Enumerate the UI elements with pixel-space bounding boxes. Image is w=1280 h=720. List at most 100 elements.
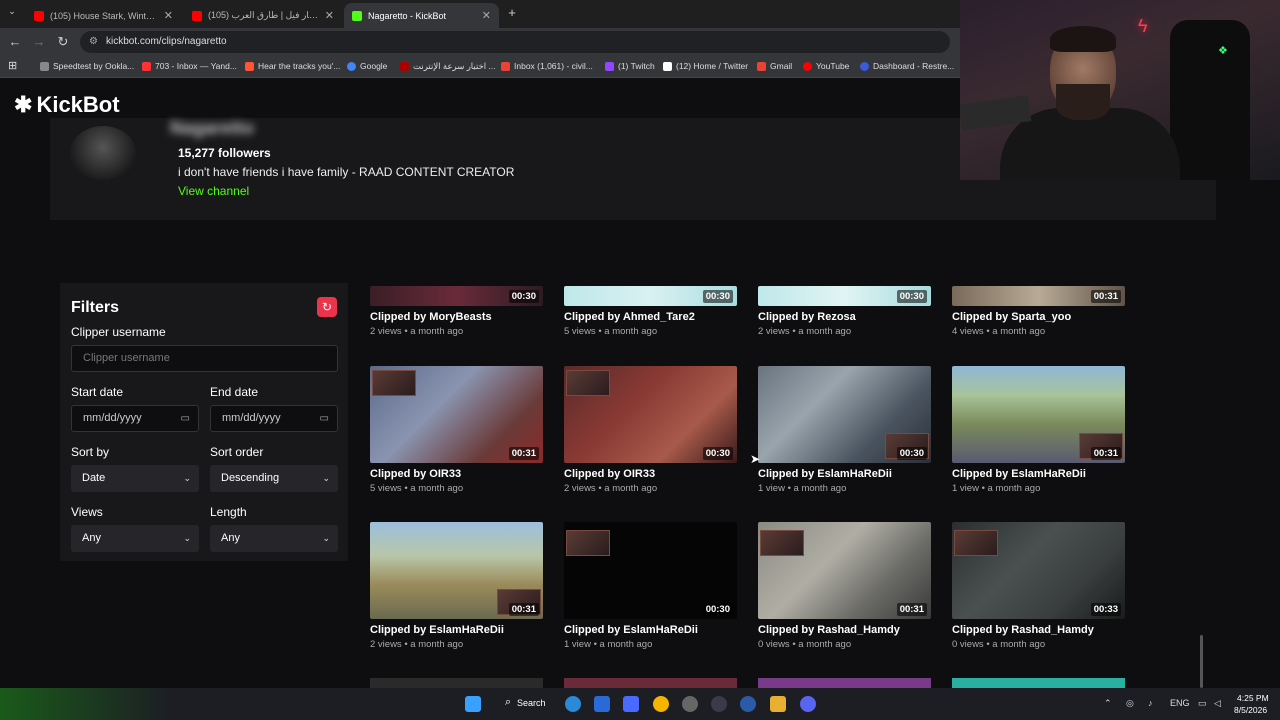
kickbot-logo[interactable]: ✱ KickBot — [14, 92, 120, 118]
clip-thumbnail[interactable] — [952, 678, 1125, 688]
close-tab-icon[interactable]: ✕ — [482, 9, 491, 22]
clip-card[interactable]: 00:30 Clipped by EslamHaReDii 1 view • a… — [564, 522, 738, 652]
volume-icon[interactable]: ◁ — [1214, 698, 1221, 709]
clip-card[interactable]: 00:31 Clipped by EslamHaReDii 1 view • a… — [952, 366, 1126, 496]
close-tab-icon[interactable]: ✕ — [164, 9, 173, 22]
clip-thumbnail[interactable]: 00:31 — [758, 522, 931, 619]
clip-thumbnail[interactable]: 00:31 — [952, 286, 1125, 306]
clock-date[interactable]: 8/5/2026 — [1234, 705, 1267, 715]
obs-icon[interactable] — [682, 696, 698, 712]
network-icon[interactable]: ▭ — [1198, 698, 1207, 709]
taskbar-search[interactable]: Search — [517, 698, 546, 708]
chrome-icon[interactable] — [653, 696, 669, 712]
clip-title[interactable]: Clipped by OIR33 — [564, 468, 655, 480]
clip-card[interactable]: 00:31 Clipped by OIR33 5 views • a month… — [370, 366, 544, 496]
clip-thumbnail[interactable]: 00:33 — [952, 522, 1125, 619]
clip-thumbnail[interactable]: 00:31 — [370, 366, 543, 463]
close-tab-icon[interactable]: ✕ — [325, 9, 334, 22]
calendar-icon[interactable]: ▭ — [181, 406, 190, 431]
back-icon[interactable]: ← — [7, 34, 23, 49]
clip-title[interactable]: Clipped by EslamHaReDii — [564, 624, 698, 636]
tab-kickbot[interactable]: Nagaretto - KickBot ✕ — [344, 3, 499, 28]
clip-thumbnail[interactable]: 00:30 — [564, 522, 737, 619]
tab-search-icon[interactable]: ⌄ — [4, 6, 20, 17]
clip-card[interactable]: 00:31 Clipped by EslamHaReDii 2 views • … — [370, 522, 544, 652]
end-date-input[interactable]: mm/dd/yyyy ▭ — [210, 405, 338, 432]
reset-filters-button[interactable]: ↻ — [317, 297, 337, 317]
new-tab-button[interactable]: + — [504, 5, 520, 20]
bookmark-youtube[interactable]: YouTube — [803, 61, 849, 71]
discord-icon[interactable] — [800, 696, 816, 712]
sort-by-select[interactable]: Date ⌄ — [71, 465, 199, 492]
language-indicator[interactable]: ENG — [1170, 698, 1190, 708]
clip-thumbnail[interactable]: 00:30 — [758, 366, 931, 463]
scrollbar-thumb[interactable] — [1200, 635, 1203, 688]
length-value: Any — [221, 532, 240, 544]
site-info-icon[interactable]: ⚙ — [89, 31, 98, 53]
forward-icon[interactable]: → — [31, 34, 47, 49]
clip-card[interactable]: 00:30 Clipped by EslamHaReDii 1 view • a… — [758, 366, 932, 496]
bookmark-twitch[interactable]: (1) Twitch — [605, 61, 655, 71]
length-select[interactable]: Any ⌄ — [210, 525, 338, 552]
4k-downloader-icon[interactable] — [711, 696, 727, 712]
clip-card[interactable]: 00:30 Clipped by Rezosa 2 views • a mont… — [758, 286, 932, 346]
clip-thumbnail[interactable] — [370, 678, 543, 688]
clip-card[interactable]: 00:31 Clipped by Sparta_yoo 4 views • a … — [952, 286, 1126, 346]
bookmark-restream[interactable]: Dashboard - Restre... — [860, 61, 954, 71]
bookmark-speed-test-arabic[interactable]: اختبار سرعة الإنترنت ... — [400, 61, 496, 72]
clip-thumbnail[interactable] — [758, 678, 931, 688]
clip-thumbnail[interactable] — [564, 678, 737, 688]
address-bar[interactable]: ⚙ kickbot.com/clips/nagaretto — [80, 31, 950, 53]
bookmark-twitter[interactable]: (12) Home / Twitter — [663, 61, 748, 71]
clip-card[interactable]: 00:31 Clipped by Rashad_Hamdy 0 views • … — [758, 522, 932, 652]
clip-title[interactable]: Clipped by Rashad_Hamdy — [758, 624, 900, 636]
mail-icon[interactable] — [594, 696, 610, 712]
clip-thumbnail[interactable]: 00:30 — [758, 286, 931, 306]
bookmark-google[interactable]: Google — [347, 61, 387, 71]
clip-card[interactable]: 00:30 Clipped by OIR33 2 views • a month… — [564, 366, 738, 496]
windows-start-icon[interactable] — [465, 696, 481, 712]
microphone-icon[interactable]: ♪ — [1148, 698, 1153, 708]
clip-thumbnail[interactable]: 00:30 — [370, 286, 543, 306]
app-icon[interactable] — [623, 696, 639, 712]
clip-title[interactable]: Clipped by Ahmed_Tare2 — [564, 311, 695, 323]
clip-card[interactable]: 00:33 Clipped by Rashad_Hamdy 0 views • … — [952, 522, 1126, 652]
word-icon[interactable] — [740, 696, 756, 712]
clip-thumbnail[interactable]: 00:31 — [952, 366, 1125, 463]
bookmark-speedtest[interactable]: Speedtest by Ookla... — [40, 61, 134, 71]
bookmark-gmail-inbox[interactable]: Inbox (1,061) - civil... — [501, 61, 593, 71]
clip-title[interactable]: Clipped by Rezosa — [758, 311, 856, 323]
start-date-input[interactable]: mm/dd/yyyy ▭ — [71, 405, 199, 432]
reload-icon[interactable]: ↻ — [55, 34, 71, 50]
clip-title[interactable]: Clipped by Rashad_Hamdy — [952, 624, 1094, 636]
edge-icon[interactable] — [565, 696, 581, 712]
calendar-icon[interactable]: ▭ — [320, 406, 329, 431]
clip-card[interactable]: 00:30 Clipped by MoryBeasts 2 views • a … — [370, 286, 544, 346]
clip-card[interactable]: 00:30 Clipped by Ahmed_Tare2 5 views • a… — [564, 286, 738, 346]
clipper-username-input[interactable]: Clipper username — [71, 345, 338, 372]
file-explorer-icon[interactable] — [770, 696, 786, 712]
search-icon[interactable]: ⌕ — [505, 696, 511, 709]
bookmark-gmail[interactable]: Gmail — [757, 61, 792, 71]
widgets-area[interactable] — [0, 688, 170, 720]
tray-app-icon[interactable]: ◎ — [1126, 698, 1134, 709]
clip-title[interactable]: Clipped by OIR33 — [370, 468, 461, 480]
bookmark-soundcloud[interactable]: Hear the tracks you'... — [245, 61, 340, 71]
tab-arabic-video[interactable]: (105) شارة بابار فيل | طارق العرب ✕ — [184, 3, 342, 28]
clip-title[interactable]: Clipped by Sparta_yoo — [952, 311, 1071, 323]
clip-title[interactable]: Clipped by MoryBeasts — [370, 311, 492, 323]
apps-grid-icon[interactable]: ⊞ — [8, 59, 17, 72]
tray-chevron-icon[interactable]: ⌃ — [1104, 698, 1112, 709]
sort-order-select[interactable]: Descending ⌄ — [210, 465, 338, 492]
views-select[interactable]: Any ⌄ — [71, 525, 199, 552]
clip-thumbnail[interactable]: 00:31 — [370, 522, 543, 619]
clip-title[interactable]: Clipped by EslamHaReDii — [370, 624, 504, 636]
view-channel-link[interactable]: View channel — [178, 184, 249, 198]
clip-thumbnail[interactable]: 00:30 — [564, 286, 737, 306]
tab-house-stark[interactable]: (105) House Stark, Winterfell Th ✕ — [26, 3, 181, 28]
clip-title[interactable]: Clipped by EslamHaReDii — [952, 468, 1086, 480]
clip-title[interactable]: Clipped by EslamHaReDii — [758, 468, 892, 480]
clip-thumbnail[interactable]: 00:30 — [564, 366, 737, 463]
clock-time[interactable]: 4:25 PM — [1237, 693, 1269, 703]
bookmark-yandex-inbox[interactable]: 703 - Inbox — Yand... — [142, 61, 237, 71]
